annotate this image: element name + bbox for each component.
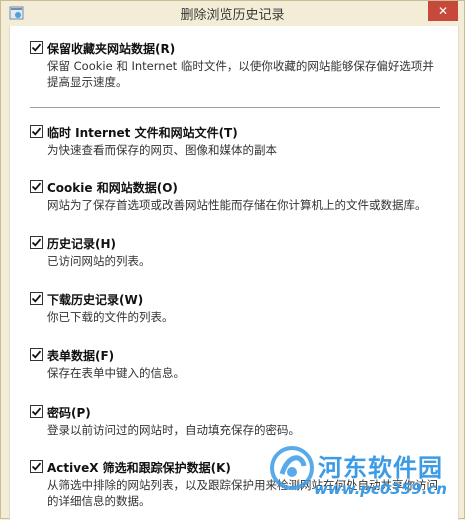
- option-cookies: Cookie 和网站数据(O) 网站为了保存首选项或改善网站性能而存储在你计算机…: [30, 179, 450, 213]
- checkmark-icon: [31, 350, 42, 359]
- option-preserve-favorites: 保留收藏夹网站数据(R) 保留 Cookie 和 Internet 临时文件，以…: [30, 40, 450, 90]
- option-label[interactable]: 下载历史记录(W): [47, 291, 143, 308]
- option-label[interactable]: 保留收藏夹网站数据(R): [47, 40, 175, 57]
- option-description: 保留 Cookie 和 Internet 临时文件，以使你收藏的网站能够保存偏好…: [47, 59, 434, 89]
- option-description: 从筛选中排除的网站列表，以及跟踪保护用来检测网站在何处自动共享你访问的详细信息的…: [47, 478, 438, 508]
- checkbox-passwords[interactable]: [30, 405, 43, 418]
- checkmark-icon: [31, 462, 42, 471]
- checkmark-icon: [31, 43, 42, 52]
- option-label[interactable]: 历史记录(H): [47, 235, 116, 252]
- dialog-window: 删除浏览历史记录 ✕ 保留收藏夹网站数据(R) 保留 Cookie 和 Inte…: [0, 0, 465, 520]
- checkmark-icon: [31, 407, 42, 416]
- option-activex-tracking: ActiveX 筛选和跟踪保护数据(K) 从筛选中排除的网站列表，以及跟踪保护用…: [30, 459, 450, 509]
- option-download-history: 下载历史记录(W) 你已下载的文件的列表。: [30, 291, 450, 325]
- option-temp-files: 临时 Internet 文件和网站文件(T) 为快速查看而保存的网页、图像和媒体…: [30, 124, 450, 158]
- option-description: 你已下载的文件的列表。: [47, 310, 174, 324]
- checkbox-download-history[interactable]: [30, 292, 43, 305]
- title-bar: 删除浏览历史记录 ✕: [1, 1, 464, 25]
- checkmark-icon: [31, 238, 42, 247]
- checkbox-cookies[interactable]: [30, 180, 43, 193]
- checkmark-icon: [31, 127, 42, 136]
- option-label[interactable]: 临时 Internet 文件和网站文件(T): [47, 124, 238, 141]
- option-history: 历史记录(H) 已访问网站的列表。: [30, 235, 450, 269]
- checkmark-icon: [31, 294, 42, 303]
- option-description: 网站为了保存首选项或改善网站性能而存储在你计算机上的文件或数据库。: [47, 198, 427, 212]
- option-form-data: 表单数据(F) 保存在表单中键入的信息。: [30, 347, 450, 381]
- close-button[interactable]: ✕: [428, 1, 458, 21]
- option-description: 登录以前访问过的网站时，自动填充保存的密码。: [47, 423, 300, 437]
- option-description: 保存在表单中键入的信息。: [47, 366, 185, 380]
- option-label[interactable]: 密码(P): [47, 404, 91, 421]
- checkmark-icon: [31, 182, 42, 191]
- option-description: 为快速查看而保存的网页、图像和媒体的副本: [47, 143, 277, 157]
- option-label[interactable]: ActiveX 筛选和跟踪保护数据(K): [47, 459, 231, 476]
- option-label[interactable]: Cookie 和网站数据(O): [47, 179, 178, 196]
- checkbox-temp-files[interactable]: [30, 125, 43, 138]
- close-icon: ✕: [437, 4, 449, 18]
- checkbox-preserve-favorites[interactable]: [30, 41, 43, 54]
- window-title: 删除浏览历史记录: [180, 8, 285, 23]
- option-passwords: 密码(P) 登录以前访问过的网站时，自动填充保存的密码。: [30, 404, 450, 438]
- checkbox-activex-tracking[interactable]: [30, 460, 43, 473]
- checkbox-history[interactable]: [30, 236, 43, 249]
- option-label[interactable]: 表单数据(F): [47, 347, 114, 364]
- option-description: 已访问网站的列表。: [47, 254, 151, 268]
- checkbox-form-data[interactable]: [30, 348, 43, 361]
- separator: [30, 107, 440, 108]
- options-panel: 保留收藏夹网站数据(R) 保留 Cookie 和 Internet 临时文件，以…: [9, 26, 459, 520]
